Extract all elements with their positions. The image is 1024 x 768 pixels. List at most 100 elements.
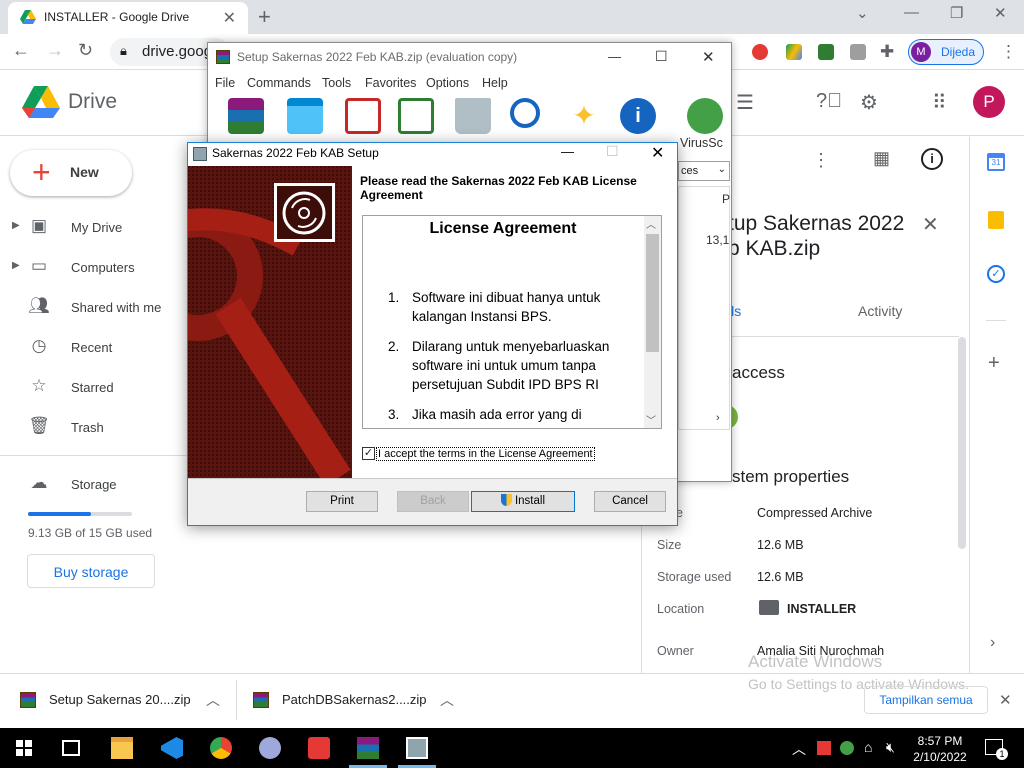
gear-icon[interactable]: ⚙ — [860, 90, 878, 115]
puzzle-extensions-icon[interactable]: ✚ — [880, 42, 894, 62]
close-window-icon[interactable]: ✕ — [994, 4, 1007, 22]
new-button[interactable]: + New — [10, 150, 132, 196]
extract-folder-icon[interactable] — [287, 98, 323, 134]
minimize-icon[interactable]: — — [904, 4, 919, 21]
wizard-wand-icon[interactable]: ✦ — [566, 98, 602, 134]
new-tab-icon[interactable]: + — [258, 4, 271, 30]
tab-activity[interactable]: Activity — [858, 303, 902, 319]
task-view-icon[interactable] — [62, 740, 80, 756]
download-item-2[interactable]: PatchDBSakernas2....zip — [282, 692, 427, 707]
scroll-up-icon[interactable]: ︿ — [646, 216, 656, 231]
column-header-p[interactable]: P — [722, 192, 730, 206]
anydesk-tray-icon[interactable] — [817, 741, 831, 755]
sidebar-item-label: Shared with me — [71, 300, 162, 315]
winrar-maximize-icon[interactable]: ☐ — [655, 48, 668, 65]
find-magnifier-icon[interactable] — [510, 98, 540, 128]
forward-arrow-icon[interactable]: → — [46, 40, 64, 61]
back-arrow-icon[interactable]: ← — [12, 40, 30, 61]
winrar-menu-file[interactable]: File — [215, 76, 235, 90]
sniping-tool-icon[interactable] — [259, 737, 281, 759]
close-downloads-icon[interactable]: ✕ — [999, 691, 1012, 709]
close-details-icon[interactable]: ✕ — [922, 212, 939, 237]
delete-bin-icon[interactable] — [455, 98, 491, 134]
browser-menu-icon[interactable]: ⋮ — [1000, 42, 1017, 62]
license-item-text: Software ini dibuat hanya untuk kalangan… — [412, 290, 601, 324]
winrar-menu-help[interactable]: Help — [482, 76, 508, 90]
info-icon[interactable]: i — [921, 148, 943, 170]
winrar-menu-commands[interactable]: Commands — [247, 76, 311, 90]
winrar-taskbar-icon[interactable] — [357, 737, 379, 759]
start-windows-icon[interactable] — [16, 740, 32, 756]
accept-label[interactable]: I accept the terms in the License Agreem… — [376, 447, 595, 461]
winrar-address-dropdown[interactable]: ces ⌄ — [678, 161, 730, 181]
details-scrollbar[interactable] — [958, 337, 966, 549]
winrar-close-icon[interactable]: ✕ — [702, 48, 715, 66]
add-archive-icon[interactable] — [228, 98, 264, 134]
view-book-icon[interactable] — [398, 98, 434, 134]
caret-right-icon[interactable]: ▶ — [12, 220, 20, 231]
chrome-icon[interactable] — [210, 737, 232, 759]
setup-close-icon[interactable]: ✕ — [651, 143, 664, 163]
keep-icon[interactable] — [988, 211, 1004, 229]
winrar-menu-tools[interactable]: Tools — [322, 76, 351, 90]
scroll-down-icon[interactable]: ﹀ — [646, 412, 656, 427]
prop-value-location[interactable]: INSTALLER — [787, 602, 856, 616]
more-vert-icon[interactable]: ⋮ — [812, 150, 830, 171]
install-button[interactable]: Install — [471, 491, 575, 512]
reload-icon[interactable]: ↻ — [78, 40, 93, 61]
file-explorer-icon[interactable] — [111, 737, 133, 759]
winrar-minimize-icon[interactable]: — — [608, 49, 621, 64]
wifi-tray-icon[interactable]: ⌂ — [864, 739, 872, 755]
taskbar-clock[interactable]: 8:57 PM 2/10/2022 — [912, 733, 968, 765]
calendar-icon[interactable]: 31 — [987, 153, 1005, 171]
drive-logo-icon[interactable] — [22, 86, 60, 123]
url-text: drive.goog — [142, 43, 213, 60]
drive-extension-icon[interactable] — [786, 44, 802, 60]
virusscan-label: VirusSc — [680, 136, 723, 150]
browser-tab-active[interactable]: INSTALLER - Google Drive ✕ — [8, 2, 248, 34]
setup-title-icon — [193, 147, 207, 161]
account-avatar[interactable]: P — [973, 86, 1005, 118]
add-addon-icon[interactable]: + — [988, 352, 1000, 375]
test-clipboard-icon[interactable] — [345, 98, 381, 134]
tray-chevron-icon[interactable]: ︿ — [792, 739, 806, 759]
chevron-up-icon[interactable]: ︿ — [206, 690, 220, 710]
tab-search-icon[interactable]: ⌄ — [856, 4, 869, 22]
apps-grid-icon[interactable]: ⠿ — [932, 90, 947, 115]
close-tab-icon[interactable]: ✕ — [223, 8, 236, 28]
tasks-icon[interactable]: ✓ — [987, 265, 1005, 283]
network-tray-icon[interactable] — [840, 741, 854, 755]
list-scroll-right-icon[interactable]: › — [716, 412, 720, 424]
show-all-button[interactable]: Tampilkan semua — [864, 686, 988, 714]
profile-button[interactable]: M Dijeda — [908, 39, 984, 65]
volume-muted-icon[interactable]: 🔇︎ — [886, 739, 895, 756]
back-button[interactable]: Back — [397, 491, 469, 512]
anydesk-icon[interactable] — [308, 737, 330, 759]
print-button[interactable]: Print — [306, 491, 378, 512]
extension-icon[interactable] — [752, 44, 768, 60]
image-extension-icon[interactable] — [850, 44, 866, 60]
chevron-up-icon[interactable]: ︿ — [440, 690, 454, 710]
help-icon[interactable]: ?⃝ — [816, 90, 842, 113]
caret-right-icon[interactable]: ▶ — [12, 260, 20, 271]
file-size-value: 13,1 — [706, 233, 730, 247]
winrar-menu-options[interactable]: Options — [426, 76, 469, 90]
setup-taskbar-icon[interactable] — [406, 737, 428, 759]
setup-minimize-icon[interactable]: — — [561, 144, 574, 159]
winrar-menu-favorites[interactable]: Favorites — [365, 76, 416, 90]
info-circle-icon[interactable]: i — [620, 98, 656, 134]
activation-watermark-title: Activate Windows — [748, 652, 883, 671]
download-item-1[interactable]: Setup Sakernas 20....zip — [49, 692, 191, 707]
expand-panel-icon[interactable]: › — [990, 634, 995, 652]
buy-storage-button[interactable]: Buy storage — [27, 554, 155, 588]
virusscan-bug-icon[interactable] — [687, 98, 723, 134]
restore-icon[interactable]: ❐ — [950, 4, 963, 22]
accept-checkbox[interactable]: ✓ — [362, 447, 375, 460]
settings-sliders-icon[interactable]: ☰ — [736, 90, 754, 115]
prop-value-type: Compressed Archive — [757, 506, 873, 520]
grid-view-icon[interactable]: ▦ — [873, 148, 890, 169]
license-scroll-thumb[interactable] — [646, 234, 659, 352]
taskbar-time: 8:57 PM — [917, 734, 963, 748]
shield-extension-icon[interactable] — [818, 44, 834, 60]
cancel-button[interactable]: Cancel — [594, 491, 666, 512]
